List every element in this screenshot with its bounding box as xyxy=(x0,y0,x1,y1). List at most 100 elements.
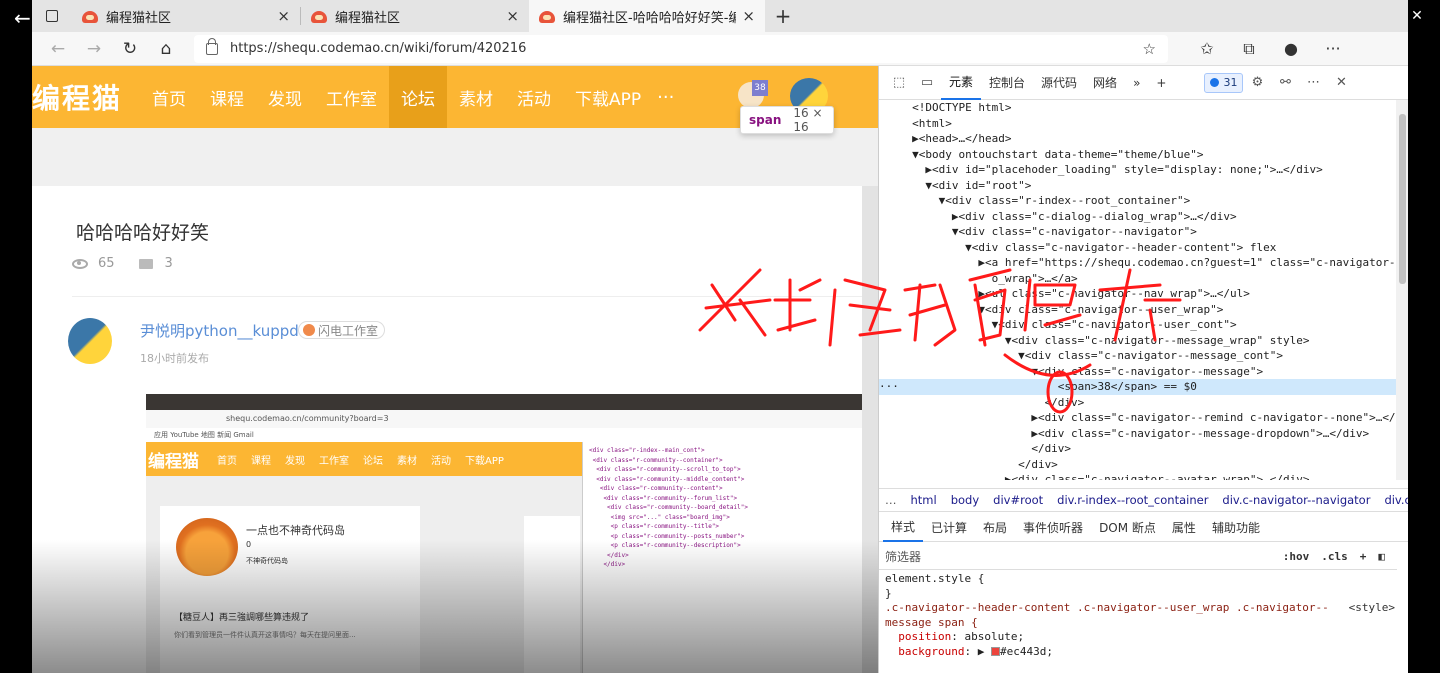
new-rule-icon[interactable]: + xyxy=(1360,550,1367,563)
nav-studio[interactable]: 工作室 xyxy=(314,66,389,128)
customize-icon[interactable]: ⚯ xyxy=(1271,71,1299,95)
favorites-icon[interactable]: ✩ xyxy=(1186,35,1228,63)
tab-properties[interactable]: 属性 xyxy=(1164,514,1204,542)
tab-close-icon[interactable]: × xyxy=(742,7,755,25)
url-field[interactable]: https://shequ.codemao.cn/wiki/forum/4202… xyxy=(194,34,1168,63)
tab-network[interactable]: 网络 xyxy=(1085,66,1125,100)
dom-node-line[interactable]: ▼<div class="c-navigator--navigator"> xyxy=(879,224,1397,240)
tab-accessibility[interactable]: 辅助功能 xyxy=(1204,514,1268,542)
tab-close-icon[interactable]: × xyxy=(277,7,290,25)
more-menu-icon[interactable]: ··· xyxy=(1312,35,1354,63)
embed-nav-item: 发现 xyxy=(285,455,305,467)
dom-node-line[interactable]: ▼<div class="r-index--root_container"> xyxy=(879,193,1397,209)
forward-icon[interactable]: → xyxy=(76,35,112,63)
add-favorite-icon[interactable]: ☆ xyxy=(1143,40,1156,58)
dom-tree[interactable]: <!DOCTYPE html> <html> ▶<head>…</head> ▼… xyxy=(879,100,1397,480)
dom-node-line[interactable]: ▼<div class="c-navigator--message_wrap" … xyxy=(879,333,1397,349)
issues-badge[interactable]: 31 xyxy=(1204,72,1244,93)
tab-layout[interactable]: 布局 xyxy=(975,514,1015,542)
nav-forum[interactable]: 论坛 xyxy=(389,66,448,128)
tab-2[interactable]: 编程猫社区 × xyxy=(301,0,529,32)
dom-node-line[interactable]: ▶<ul class="c-navigator--nav_wrap">…</ul… xyxy=(879,286,1397,302)
settings-gear-icon[interactable]: ⚙ xyxy=(1243,71,1271,95)
dom-node-line[interactable]: ▼<div class="c-navigator--header-content… xyxy=(879,240,1397,256)
nav-events[interactable]: 活动 xyxy=(505,66,563,128)
tab-elements[interactable]: 元素 xyxy=(941,66,982,100)
back-icon[interactable]: ← xyxy=(40,35,76,63)
dom-node-line[interactable]: ▶<div id="placehoder_loading" style="dis… xyxy=(879,162,1397,178)
breadcrumb-item[interactable]: body xyxy=(951,493,979,507)
web-page: 编程猫 首页 课程 发现 工作室 论坛 素材 活动 下载APP ··· 38 s… xyxy=(32,66,878,673)
dom-node-line[interactable]: </div> xyxy=(879,395,1397,411)
dom-node-line[interactable]: ▼<div class="c-navigator--message"> xyxy=(879,364,1397,380)
dom-node-line[interactable]: </div> xyxy=(879,441,1397,457)
dom-node-line[interactable]: ▼<div class="c-navigator--user_cont"> xyxy=(879,317,1397,333)
dom-node-line[interactable]: o_wrap">…</a> xyxy=(879,271,1397,287)
hov-toggle[interactable]: :hov xyxy=(1283,550,1310,563)
dom-node-line[interactable]: ··· <span>38</span> == $0 xyxy=(879,379,1397,395)
dom-node-line[interactable]: ▼<div id="root"> xyxy=(879,178,1397,194)
styles-filter[interactable]: 筛选器 :hov .cls + ◧ xyxy=(879,544,1397,570)
style-rules[interactable]: element.style { } .c-navigator--header-c… xyxy=(879,572,1397,673)
new-tab-button[interactable]: + xyxy=(765,0,801,32)
tab-close-icon[interactable]: × xyxy=(506,7,519,25)
nav-discover[interactable]: 发现 xyxy=(256,66,314,128)
dom-node-line[interactable]: </div> xyxy=(879,457,1397,473)
codemao-favicon-icon xyxy=(539,9,555,23)
nav-more-icon[interactable]: ··· xyxy=(657,87,674,108)
breadcrumb-item[interactable]: div.c-na xyxy=(1384,493,1408,507)
embed-nav-item: 工作室 xyxy=(319,455,349,467)
python-extension-icon[interactable]: ● xyxy=(1270,35,1312,63)
dom-node-line[interactable]: ▶<div class="c-navigator--remind c-navig… xyxy=(879,410,1397,426)
filter-input[interactable]: 筛选器 xyxy=(885,548,1283,565)
dom-node-line[interactable]: ▼<body ontouchstart data-theme="theme/bl… xyxy=(879,147,1397,163)
tab-styles[interactable]: 样式 xyxy=(883,514,924,542)
nav-home[interactable]: 首页 xyxy=(140,66,198,128)
dom-node-line[interactable]: ▶<head>…</head> xyxy=(879,131,1397,147)
home-icon[interactable]: ⌂ xyxy=(148,35,184,63)
breadcrumb-item[interactable]: div.c-navigator--navigator xyxy=(1222,493,1370,507)
nav-courses[interactable]: 课程 xyxy=(198,66,256,128)
rule-source-link[interactable]: <style> xyxy=(1349,601,1395,614)
tab-actions-button[interactable] xyxy=(32,0,72,32)
breadcrumb-item[interactable]: div.r-index--root_container xyxy=(1057,493,1208,507)
dom-tree-scrollbar[interactable] xyxy=(1396,100,1408,480)
dom-node-line[interactable]: ▶<a href="https://shequ.codemao.cn?guest… xyxy=(879,255,1397,271)
back-arrow-icon[interactable]: ← xyxy=(14,6,31,30)
inspect-element-icon[interactable]: ⬚ xyxy=(885,71,913,95)
tab-sources[interactable]: 源代码 xyxy=(1033,66,1085,100)
breadcrumb-more[interactable]: … xyxy=(885,493,897,507)
author-avatar[interactable] xyxy=(68,318,112,364)
dom-node-line[interactable]: ▶<div class="c-navigator--avatar_wrap">…… xyxy=(879,472,1397,480)
cls-toggle[interactable]: .cls xyxy=(1321,550,1348,563)
dom-node-line[interactable]: ▼<div class="c-navigator--user_wrap"> xyxy=(879,302,1397,318)
tab-event-listeners[interactable]: 事件侦听器 xyxy=(1015,514,1091,542)
color-swatch-icon[interactable] xyxy=(990,647,1000,656)
refresh-icon[interactable]: ↻ xyxy=(112,35,148,63)
tab-computed[interactable]: 已计算 xyxy=(923,514,975,542)
add-tab-icon[interactable]: + xyxy=(1148,66,1174,100)
dom-node-line[interactable]: ▶<div class="c-dialog--dialog_wrap">…</d… xyxy=(879,209,1397,225)
tab-3-active[interactable]: 编程猫社区-哈哈哈哈好好笑-编程 × xyxy=(529,0,765,32)
nav-download-app[interactable]: 下载APP xyxy=(563,66,653,128)
devtools-more-icon[interactable]: ⋯ xyxy=(1299,71,1327,95)
nav-assets[interactable]: 素材 xyxy=(447,66,505,128)
dom-node-line[interactable]: <!DOCTYPE html> xyxy=(879,100,1397,116)
dom-node-line[interactable]: ▶<div class="c-navigator--message-dropdo… xyxy=(879,426,1397,442)
breadcrumb-item[interactable]: html xyxy=(911,493,937,507)
site-logo[interactable]: 编程猫 xyxy=(32,77,122,117)
breadcrumb-item[interactable]: div#root xyxy=(993,493,1043,507)
device-emulation-icon[interactable]: ▭ xyxy=(913,71,941,95)
dom-node-line[interactable]: ▼<div class="c-navigator--message_cont"> xyxy=(879,348,1397,364)
collections-icon[interactable]: ⧉ xyxy=(1228,35,1270,63)
studio-badge[interactable]: 闪电工作室 xyxy=(298,321,386,339)
dom-node-line[interactable]: <html> xyxy=(879,116,1397,132)
tab-1[interactable]: 编程猫社区 × xyxy=(72,0,300,32)
codemao-favicon-icon xyxy=(82,9,98,23)
computed-sidebar-icon[interactable]: ◧ xyxy=(1378,550,1385,563)
more-tabs-icon[interactable]: » xyxy=(1125,66,1148,100)
tab-dom-breakpoints[interactable]: DOM 断点 xyxy=(1091,514,1164,542)
author-name[interactable]: 尹悦明python__kuppd xyxy=(140,320,299,341)
tab-console[interactable]: 控制台 xyxy=(981,66,1033,100)
devtools-close-icon[interactable]: ✕ xyxy=(1327,71,1355,95)
